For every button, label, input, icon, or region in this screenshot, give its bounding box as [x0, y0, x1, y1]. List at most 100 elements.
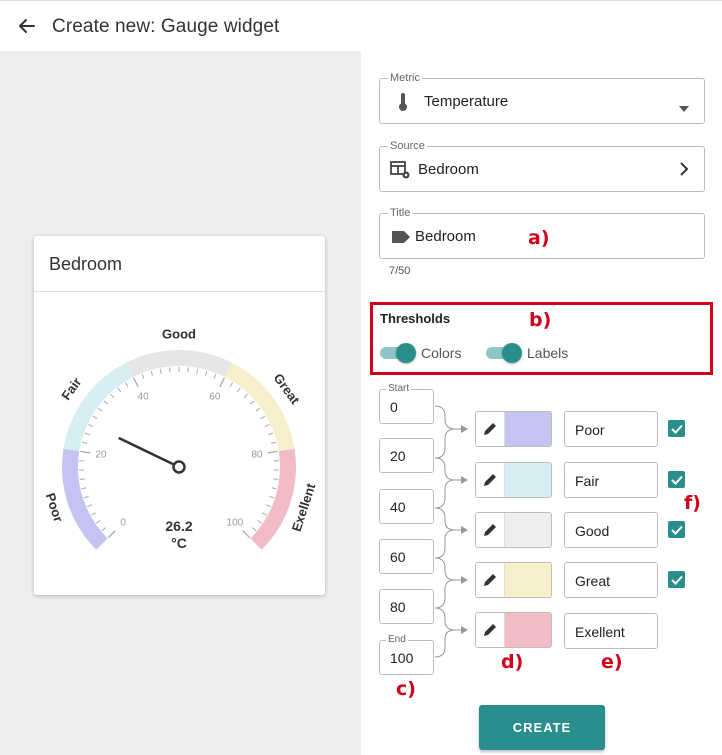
range-label-input[interactable]: Poor [564, 411, 658, 447]
bound-value: 80 [390, 599, 406, 615]
range-label-input[interactable]: Exellent [564, 613, 658, 649]
gauge-tick-label: 60 [209, 391, 221, 402]
gauge-tick [242, 530, 251, 539]
gauge-tick [79, 478, 85, 481]
gauge-tick-label: 100 [227, 518, 244, 529]
range-color-button[interactable] [475, 411, 552, 447]
end-value-field[interactable]: End 100 [379, 634, 434, 675]
gauge-tick [107, 530, 116, 539]
gauge-band [250, 448, 296, 550]
start-value-field[interactable]: Start 0 [379, 383, 434, 424]
range-label-input[interactable]: Good [564, 512, 658, 548]
gauge-tick [213, 373, 217, 379]
gauge-tick [264, 423, 270, 428]
settings-form: Metric Temperature Source Bedroom Title … [361, 51, 722, 755]
color-swatch [505, 412, 551, 446]
range-label-input[interactable]: Great [564, 562, 658, 598]
range-visible-checkbox[interactable] [668, 521, 685, 538]
gauge-tick [262, 512, 267, 516]
create-button[interactable]: CREATE [479, 705, 605, 750]
gauge-tick [271, 487, 277, 490]
page-title: Create new: Gauge widget [52, 16, 280, 37]
gauge-tick [103, 400, 109, 405]
bound-field-60[interactable]: 60 [379, 539, 434, 574]
gauge-tick [268, 432, 274, 436]
gauge-tick [88, 423, 94, 428]
color-swatch [505, 563, 551, 597]
gauge-tick [260, 415, 266, 420]
gauge-band-label: Fair [58, 375, 84, 403]
check-icon [670, 475, 683, 485]
annotation-e: e) [601, 651, 623, 673]
gauge-tick [236, 387, 241, 393]
bound-value: 20 [390, 448, 406, 464]
gauge-needle [118, 437, 181, 469]
range-color-button[interactable] [475, 562, 552, 598]
gauge-tick [91, 512, 96, 516]
gauge-tick-label: 20 [95, 449, 107, 460]
annotation-d: d) [501, 651, 524, 673]
color-swatch [505, 463, 551, 497]
gauge-tick [265, 504, 271, 508]
bound-field-80[interactable]: 80 [379, 589, 434, 624]
pencil-icon [476, 613, 505, 647]
bound-value: 40 [390, 499, 406, 515]
gauge-tick [255, 407, 261, 412]
bound-value: 100 [390, 650, 414, 666]
gauge-tick [229, 382, 234, 388]
gauge-tick [82, 441, 88, 444]
range-label-input[interactable]: Fair [564, 462, 658, 498]
range-label-text: Great [575, 573, 611, 589]
range-color-button[interactable] [475, 612, 552, 648]
gauge-tick [270, 441, 276, 444]
back-button[interactable] [14, 13, 40, 39]
check-icon [670, 525, 683, 535]
gauge-tick-label: 40 [138, 391, 150, 402]
gauge-needle-hub [172, 460, 186, 474]
gauge-value: 26.2 [165, 518, 192, 534]
gauge-tick [101, 527, 107, 532]
gauge-tick [159, 368, 162, 374]
gauge-unit: °C [171, 535, 187, 551]
check-icon [670, 424, 683, 434]
pencil-icon [476, 412, 505, 446]
gauge-tick [83, 495, 89, 499]
gauge-tick [257, 519, 262, 524]
gauge-tick [196, 368, 199, 374]
start-legend: Start [386, 383, 412, 395]
range-visible-checkbox[interactable] [668, 571, 685, 588]
gauge-tick [150, 370, 153, 376]
bound-value: 0 [390, 399, 398, 415]
gauge-tick [81, 487, 87, 490]
gauge-tick [219, 377, 225, 388]
range-color-button[interactable] [475, 512, 552, 548]
range-label-text: Fair [575, 473, 600, 489]
gauge-tick [87, 504, 93, 508]
gauge-tick [243, 393, 248, 399]
color-swatch [505, 513, 551, 547]
range-visible-checkbox[interactable] [668, 420, 685, 437]
gauge-tick [251, 527, 257, 532]
gauge-widget-card: Bedroom Poor Fair Good Great Exellent 0 20 40 60… [34, 236, 325, 595]
preview-panel: Bedroom Poor Fair Good Great Exellent 0 20 40 60… [0, 51, 361, 755]
range-label-text: Exellent [575, 624, 625, 640]
gauge-tick [110, 393, 115, 399]
color-swatch [505, 613, 551, 647]
gauge-tick [249, 400, 255, 405]
gauge-band [62, 448, 108, 550]
bound-field-40[interactable]: 40 [379, 489, 434, 524]
gauge-band [125, 350, 233, 378]
end-legend: End [386, 634, 408, 646]
range-color-button[interactable] [475, 462, 552, 498]
gauge-tick [273, 478, 279, 481]
check-icon [670, 575, 683, 585]
range-visible-checkbox[interactable] [668, 471, 685, 488]
top-bar: Create new: Gauge widget [0, 0, 722, 51]
range-label-text: Good [575, 523, 610, 539]
bound-field-20[interactable]: 20 [379, 438, 434, 473]
gauge-tick [117, 387, 122, 393]
pencil-icon [476, 513, 505, 547]
gauge-tick-label: 80 [251, 449, 263, 460]
gauge-tick [97, 407, 103, 412]
pencil-icon [476, 463, 505, 497]
